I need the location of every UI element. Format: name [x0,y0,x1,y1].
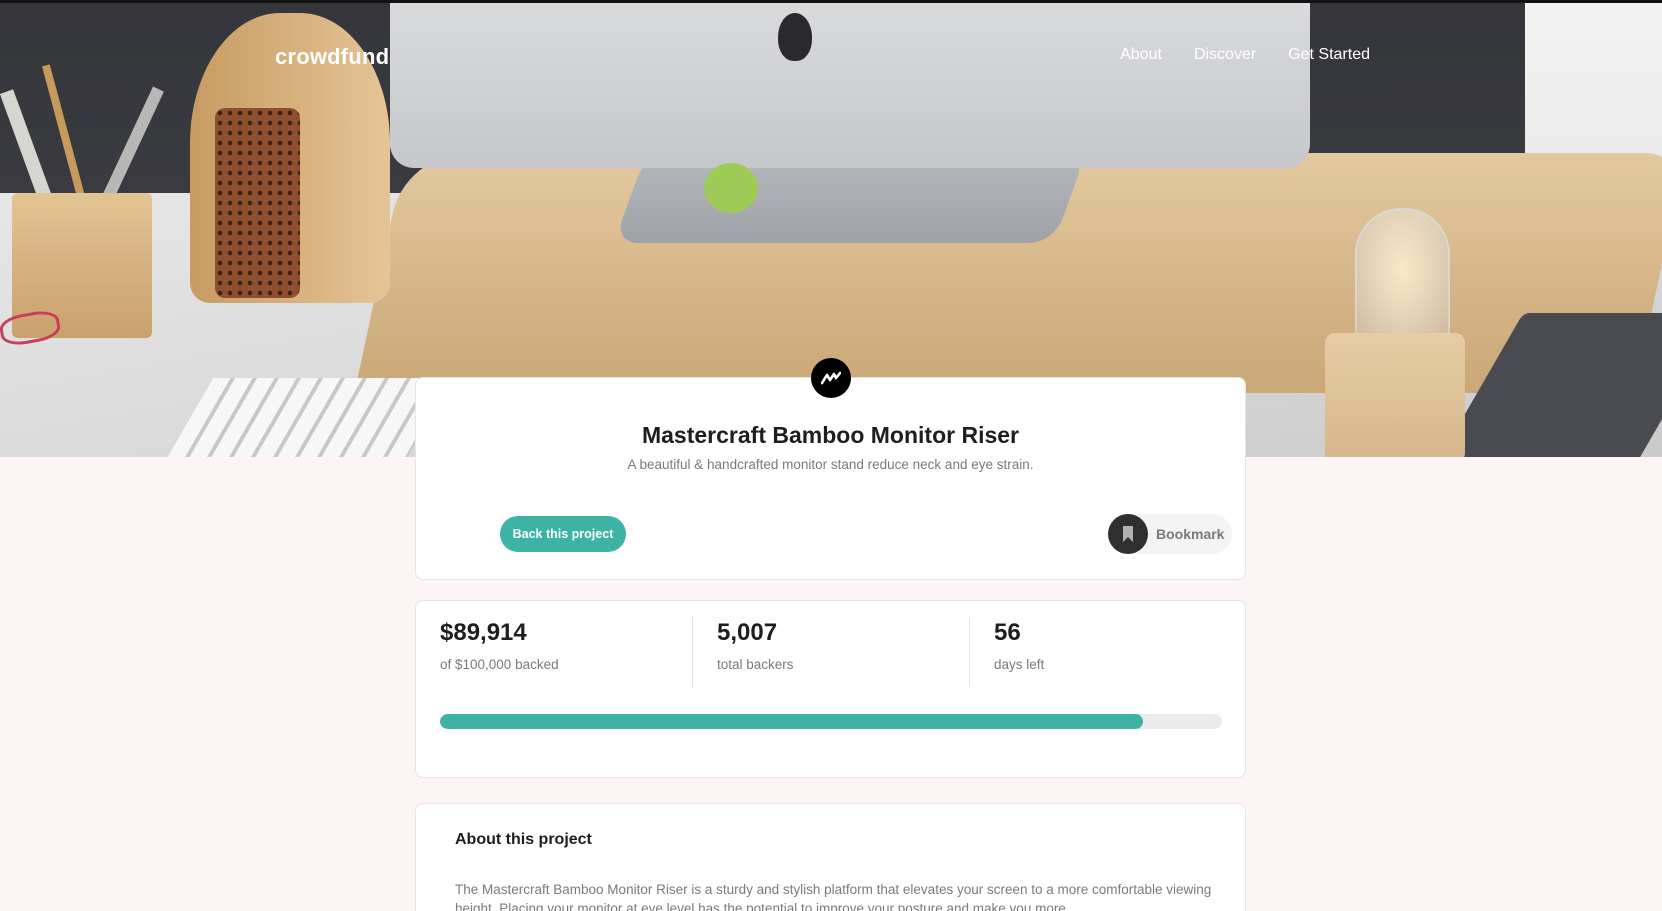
nav-discover[interactable]: Discover [1194,46,1256,64]
stat-days-label: days left [994,657,1045,672]
project-title: Mastercraft Bamboo Monitor Riser [641,422,1019,448]
site-logo[interactable]: crowdfund [275,44,389,70]
hero-speaker-grille [215,108,300,298]
bookmark-icon-glyph [1123,526,1133,542]
mastercraft-logo-icon [811,358,851,398]
hero-monitor [390,3,1310,168]
stat-days: 56 days left [994,619,1234,672]
back-project-button[interactable]: Back this project [500,516,626,552]
stat-days-value: 56 [994,619,1021,646]
nav-get-started[interactable]: Get Started [1288,46,1370,64]
stat-backed: $89,914 of $100,000 backed [440,619,680,672]
about-title: About this project [455,831,592,848]
hero-lamp-base [1325,333,1465,457]
hero-toy-figure [704,163,758,213]
stat-divider [969,617,970,687]
stat-backed-value: $89,914 [440,619,527,646]
stat-divider [692,617,693,687]
stat-backers-label: total backers [717,657,794,672]
stat-backers-value: 5,007 [717,619,778,646]
hero-apple-logo [778,13,812,61]
funding-progress-bar [440,714,1222,729]
nav-about[interactable]: About [1120,46,1162,64]
stats-card: $89,914 of $100,000 backed 5,007 total b… [415,600,1246,778]
hero-keyboard [166,378,454,457]
bookmark-button[interactable]: Bookmark [1108,514,1232,554]
stat-backers: 5,007 total backers [717,619,957,672]
about-card: About this project The Mastercraft Bambo… [415,803,1246,911]
about-body: The Mastercraft Bamboo Monitor Riser is … [455,882,1212,911]
main-nav: About Discover Get Started [1120,46,1370,64]
stat-backed-label: of $100,000 backed [440,657,559,672]
bookmark-icon [1108,514,1148,554]
project-subtitle: A beautiful & handcrafted monitor stand … [627,457,1034,472]
hero-lamp-bulb [1355,208,1450,348]
project-header-card: Mastercraft Bamboo Monitor Riser A beaut… [415,377,1246,580]
mastercraft-logo-icon-glyph [821,371,841,385]
bookmark-label: Bookmark [1156,526,1225,542]
funding-progress-fill [440,714,1144,729]
